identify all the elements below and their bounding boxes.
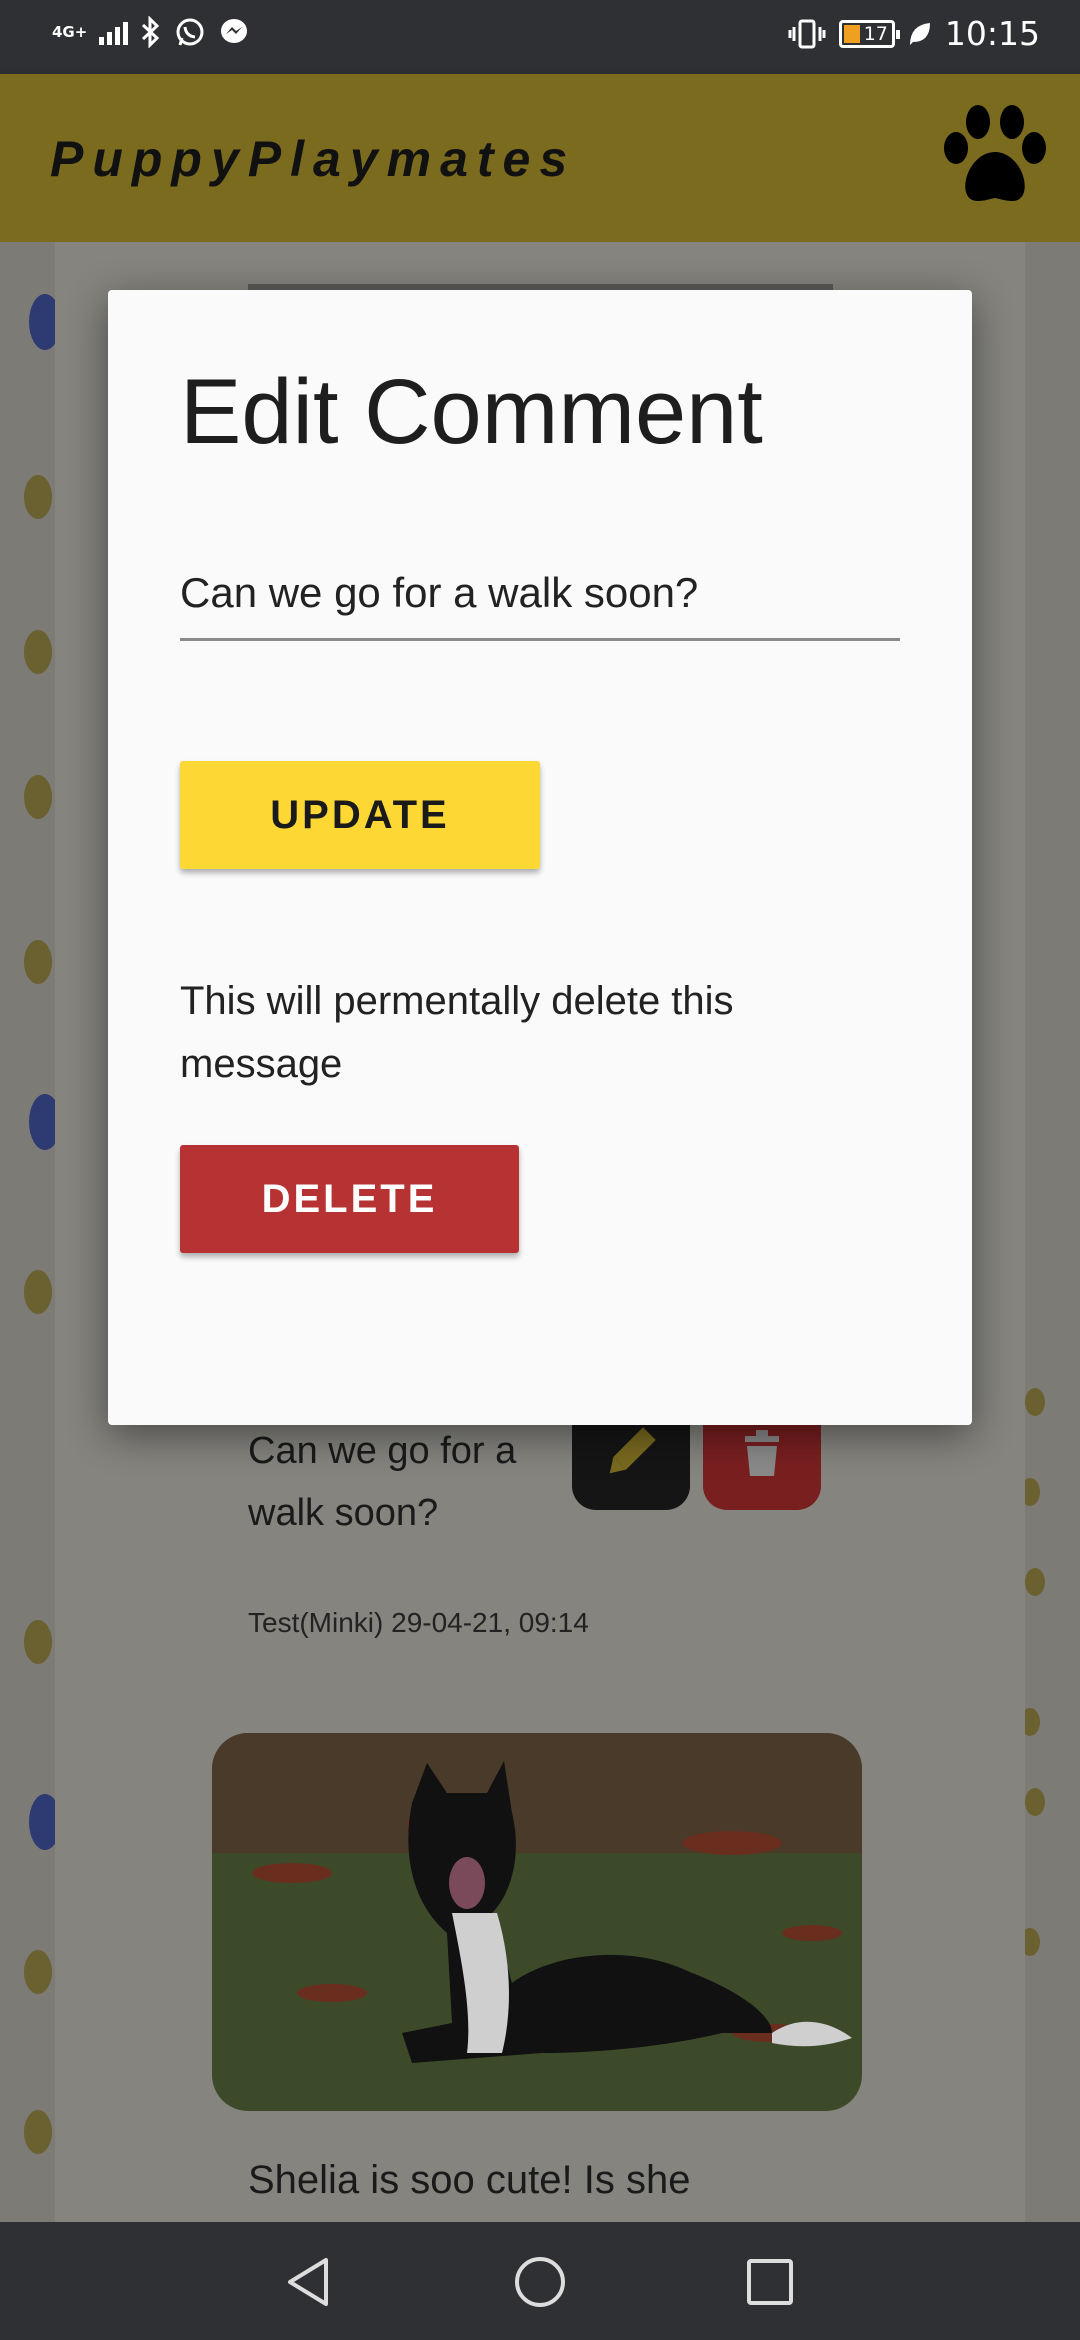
network-type-label: 4G+ [52, 23, 88, 41]
battery-icon: 17 [838, 19, 900, 48]
messenger-icon [221, 19, 248, 43]
delete-button[interactable]: DELETE [180, 1145, 519, 1253]
dog-photo-image [212, 1733, 862, 2111]
app-bar: PuppyPlaymates [0, 74, 1080, 242]
paw-icon[interactable] [940, 102, 1050, 210]
update-button[interactable]: UPDATE [180, 761, 540, 869]
dialog-title: Edit Comment [180, 361, 763, 463]
status-right-icons: 17 10:15 [787, 14, 1040, 53]
dog-photo[interactable] [212, 1733, 862, 2111]
signal-icon [99, 19, 129, 45]
delete-warning-text: This will permentally delete this messag… [180, 979, 734, 1086]
next-comment-text: Shelia is soo cute! Is she [248, 2158, 691, 2202]
status-left-icons: 4G+ [52, 16, 250, 48]
bluetooth-icon [142, 16, 160, 48]
leaf-icon [909, 22, 930, 45]
edit-comment-dialog: Edit Comment UPDATE This will permentall… [108, 290, 972, 1425]
clock: 10:15 [944, 14, 1040, 53]
pencil-icon [609, 1427, 656, 1474]
back-icon[interactable] [280, 2252, 340, 2312]
delete-comment-button[interactable] [703, 1418, 821, 1510]
system-nav-bar [0, 2222, 1080, 2340]
edit-comment-button[interactable] [572, 1418, 690, 1510]
status-bar: 4G+ 17 10:15 [0, 0, 1080, 74]
comment-edit-input[interactable] [180, 547, 900, 641]
vibrate-icon [788, 19, 826, 48]
comment-meta: Test(Minki) 29-04-21, 09:14 [248, 1607, 589, 1638]
app-title: PuppyPlaymates [50, 131, 577, 187]
comment-text: Can we go for a walk soon? [248, 1430, 517, 1534]
recents-icon[interactable] [740, 2252, 800, 2312]
trash-icon [745, 1430, 779, 1476]
home-icon[interactable] [510, 2252, 570, 2312]
whatsapp-icon [176, 18, 204, 46]
